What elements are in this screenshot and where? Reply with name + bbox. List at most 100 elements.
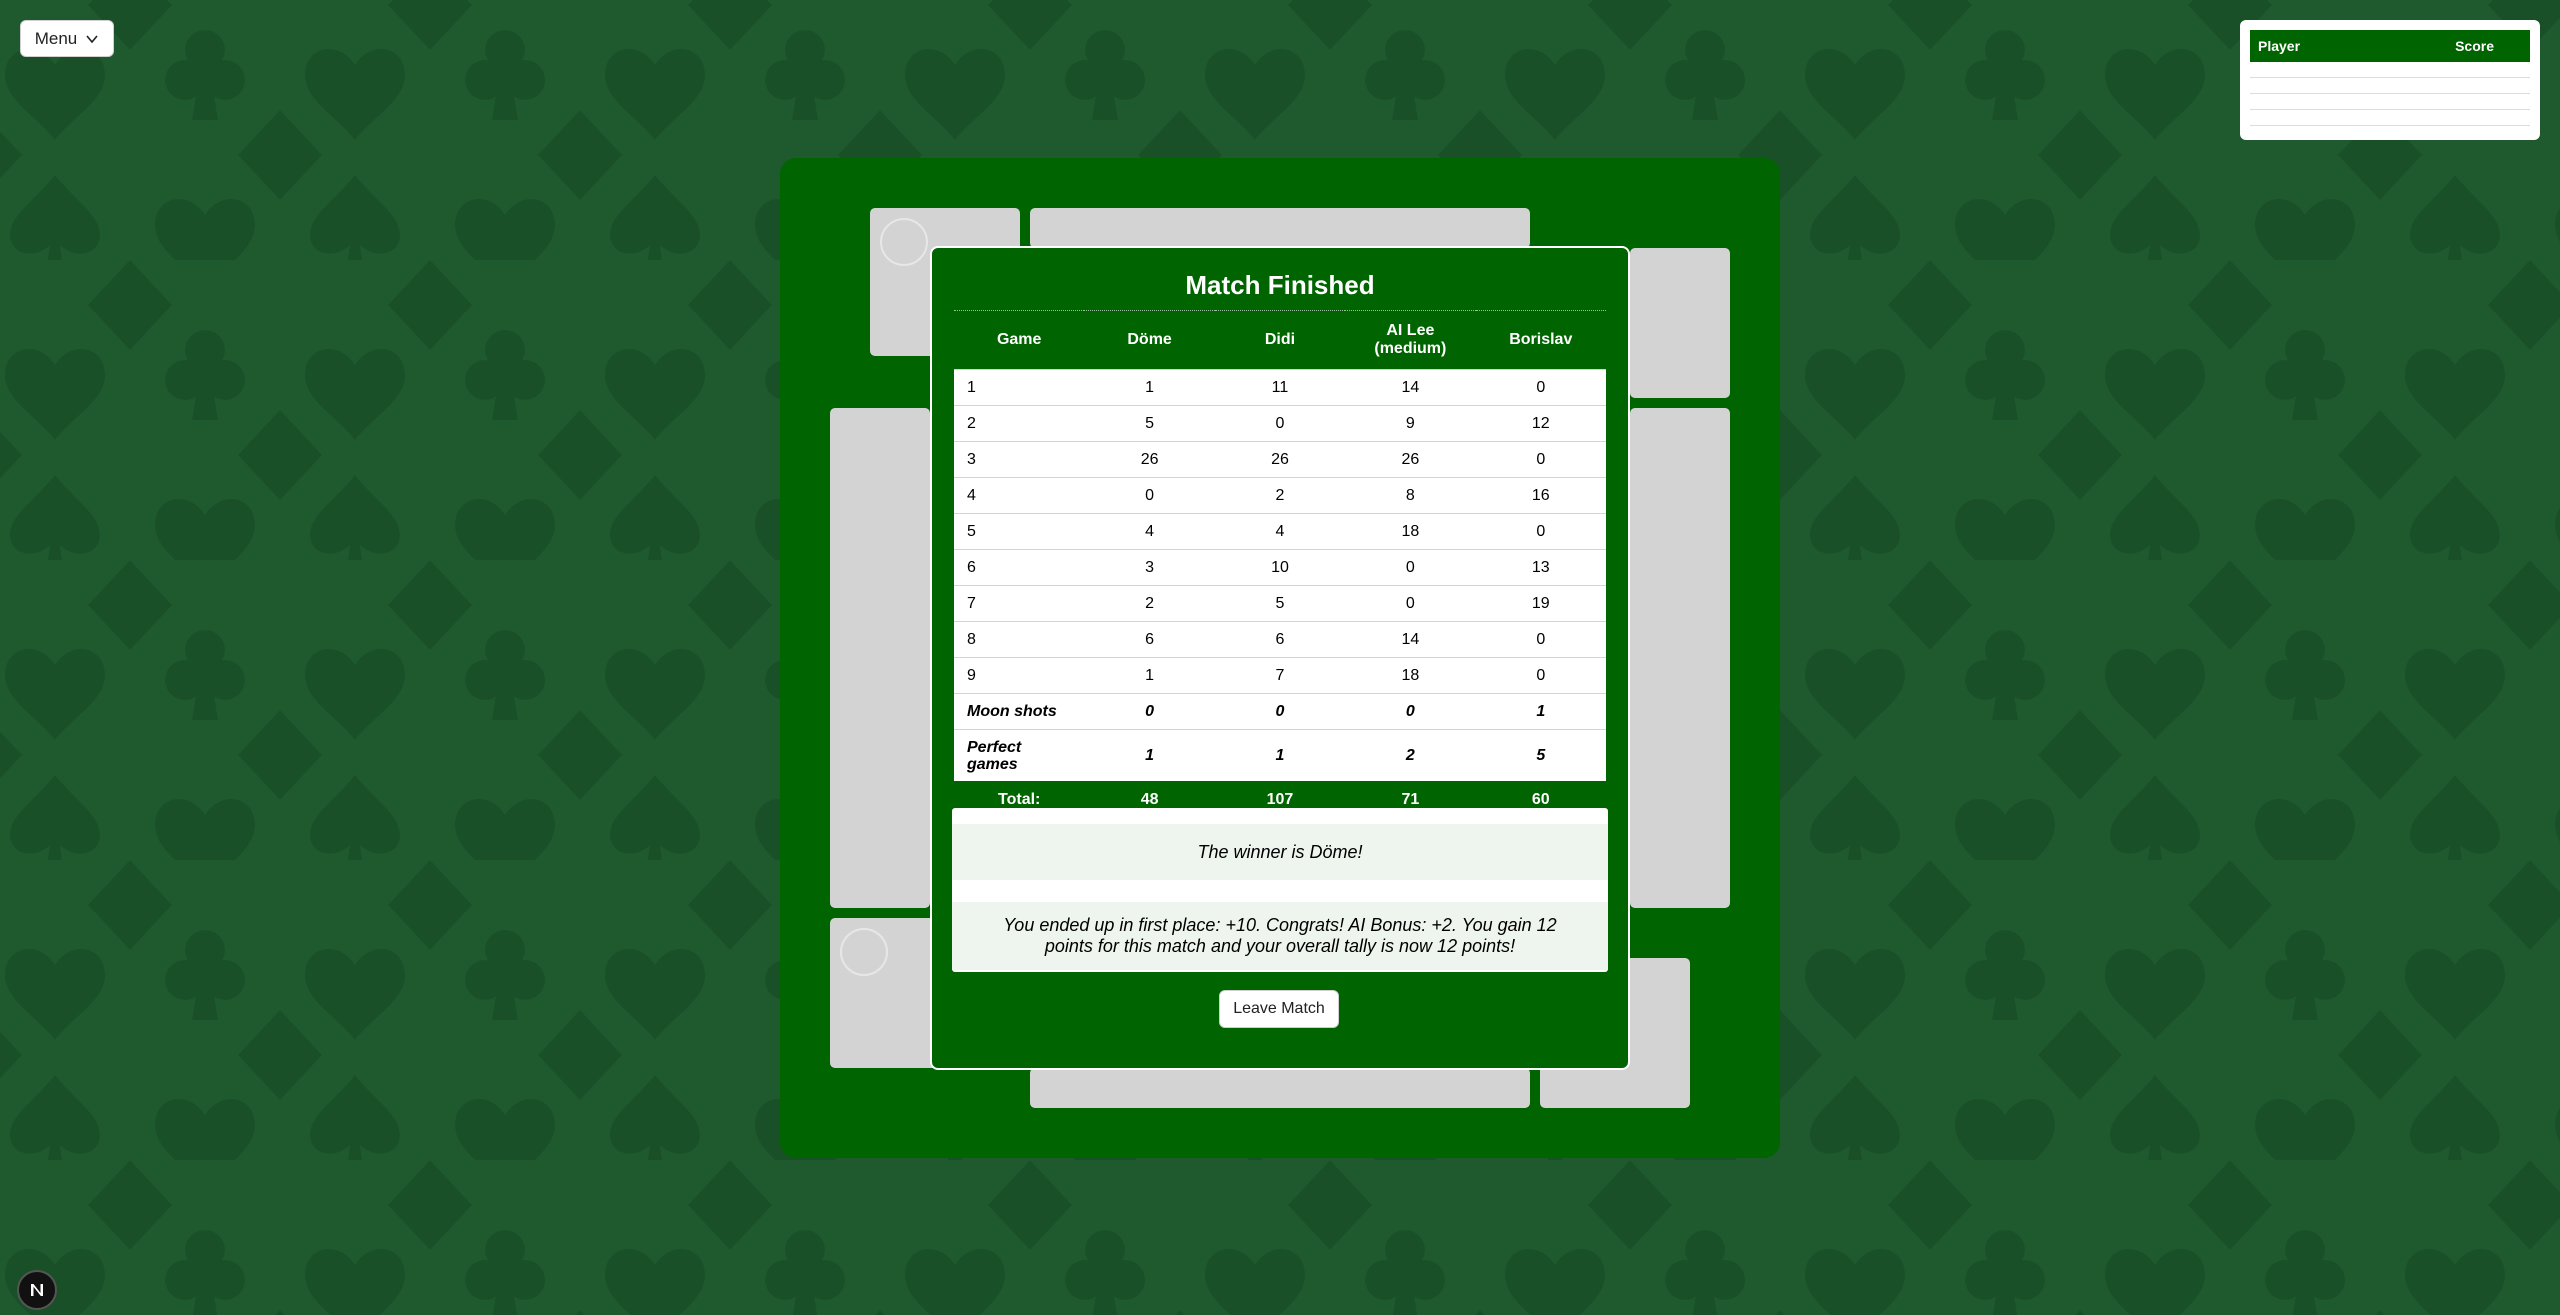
- winner-message: The winner is Döme!: [952, 824, 1608, 880]
- score-cell: 18: [1345, 513, 1476, 550]
- hand-area-top: [1030, 208, 1530, 248]
- score-cell: 0: [1214, 405, 1346, 442]
- score-cell: 0: [1475, 369, 1606, 406]
- match-finished-dialog: Match Finished Game Döme Didi AI Lee (me…: [930, 246, 1630, 1070]
- match-summary-message: You ended up in first place: +10. Congra…: [952, 902, 1608, 970]
- score-cell: 7: [1214, 657, 1346, 694]
- score-cell: 0: [1345, 585, 1476, 622]
- table-header-row: Game Döme Didi AI Lee (medium) Borislav: [954, 310, 1606, 370]
- game-number: 7: [954, 585, 1085, 622]
- col-header-player-3: AI Lee (medium): [1345, 310, 1476, 370]
- score-cell: 11: [1214, 369, 1346, 406]
- stat-cell: 0: [1345, 693, 1476, 730]
- table-row: 9 1 7 18 0: [954, 657, 1606, 694]
- score-cell: 5: [1084, 405, 1215, 442]
- score-cell: 1: [1084, 657, 1215, 694]
- hand-area-left: [830, 408, 930, 908]
- n-logo-icon: [31, 1284, 43, 1296]
- score-cell: 26: [1084, 441, 1215, 478]
- table-row: 5 4 4 18 0: [954, 513, 1606, 550]
- table-row: 4 0 2 8 16: [954, 477, 1606, 514]
- score-cell: 5: [1214, 585, 1346, 622]
- perfect-games-label: Perfect games: [954, 729, 1085, 781]
- score-cell: 2: [1214, 477, 1346, 514]
- game-number: 5: [954, 513, 1085, 550]
- card-slot-top-right: [1630, 248, 1730, 398]
- score-cell: 2: [1084, 585, 1215, 622]
- stat-cell: 0: [1214, 693, 1346, 730]
- score-cell: 26: [1345, 441, 1476, 478]
- col-header-player-2: Didi: [1214, 310, 1346, 370]
- chevron-down-icon: [86, 34, 98, 43]
- stat-cell: 1: [1084, 729, 1215, 781]
- moon-shots-row: Moon shots 0 0 0 1: [954, 693, 1606, 730]
- table-row: 7 2 5 0 19: [954, 585, 1606, 622]
- score-cell: 19: [1475, 585, 1606, 622]
- table-row: 3 26 26 26 0: [954, 441, 1606, 478]
- col-header-player-4: Borislav: [1475, 310, 1606, 370]
- score-cell: 0: [1475, 657, 1606, 694]
- scoreboard-row: [2250, 78, 2530, 94]
- game-number: 9: [954, 657, 1085, 694]
- score-cell: 6: [1084, 621, 1215, 658]
- game-number: 8: [954, 621, 1085, 658]
- score-cell: 12: [1475, 405, 1606, 442]
- scoreboard-row: [2250, 62, 2530, 78]
- perfect-games-label-line-1: Perfect: [967, 738, 1022, 756]
- player-ring: [880, 218, 928, 266]
- scoreboard-row: [2250, 94, 2530, 110]
- score-cell: 13: [1475, 549, 1606, 586]
- score-cell: 4: [1214, 513, 1346, 550]
- scoreboard-player-header: Player: [2258, 38, 2301, 54]
- result-panel: The winner is Döme! You ended up in firs…: [952, 808, 1608, 972]
- score-cell: 26: [1214, 441, 1346, 478]
- col-header-player-1: Döme: [1084, 310, 1215, 370]
- table-row: 2 5 0 9 12: [954, 405, 1606, 442]
- scoreboard-panel: Player Score: [2240, 20, 2540, 140]
- score-cell: 6: [1214, 621, 1346, 658]
- score-cell: 16: [1475, 477, 1606, 514]
- perfect-games-label-line-2: games: [967, 755, 1018, 773]
- game-number: 1: [954, 369, 1085, 406]
- player-3-name: AI Lee: [1386, 322, 1435, 339]
- score-cell: 0: [1475, 513, 1606, 550]
- stat-cell: 5: [1475, 729, 1606, 781]
- leave-match-button[interactable]: Leave Match: [1219, 990, 1339, 1028]
- score-cell: 3: [1084, 549, 1215, 586]
- score-cell: 18: [1345, 657, 1476, 694]
- game-number: 2: [954, 405, 1085, 442]
- table-row: 8 6 6 14 0: [954, 621, 1606, 658]
- score-cell: 1: [1084, 369, 1215, 406]
- dialog-title: Match Finished: [1185, 270, 1375, 300]
- player-3-difficulty: (medium): [1374, 340, 1447, 357]
- menu-label: Menu: [34, 28, 78, 48]
- table-row: 1 1 11 14 0: [954, 369, 1606, 406]
- score-cell: 8: [1345, 477, 1476, 514]
- hand-area-right: [1630, 408, 1730, 908]
- score-cell: 0: [1084, 477, 1215, 514]
- stat-cell: 1: [1475, 693, 1606, 730]
- moon-shots-label: Moon shots: [954, 693, 1085, 730]
- menu-button[interactable]: Menu: [20, 20, 114, 57]
- scoreboard-score-header: Score: [2455, 38, 2494, 54]
- score-cell: 14: [1345, 369, 1476, 406]
- stat-cell: 1: [1214, 729, 1346, 781]
- match-score-table: Game Döme Didi AI Lee (medium) Borislav …: [954, 310, 1606, 819]
- game-number: 3: [954, 441, 1085, 478]
- score-cell: 10: [1214, 549, 1346, 586]
- score-cell: 0: [1475, 621, 1606, 658]
- dev-tools-badge[interactable]: [17, 1270, 57, 1310]
- col-header-game: Game: [954, 310, 1085, 370]
- score-cell: 4: [1084, 513, 1215, 550]
- stat-cell: 0: [1084, 693, 1215, 730]
- game-number: 6: [954, 549, 1085, 586]
- table-row: 6 3 10 0 13: [954, 549, 1606, 586]
- score-cell: 0: [1475, 441, 1606, 478]
- perfect-games-row: Perfect games 1 1 2 5: [954, 729, 1606, 781]
- score-cell: 9: [1345, 405, 1476, 442]
- score-cell: 0: [1345, 549, 1476, 586]
- score-cell: 14: [1345, 621, 1476, 658]
- scoreboard-row: [2250, 110, 2530, 126]
- scoreboard-header: Player Score: [2250, 30, 2530, 62]
- player-ring: [840, 928, 888, 976]
